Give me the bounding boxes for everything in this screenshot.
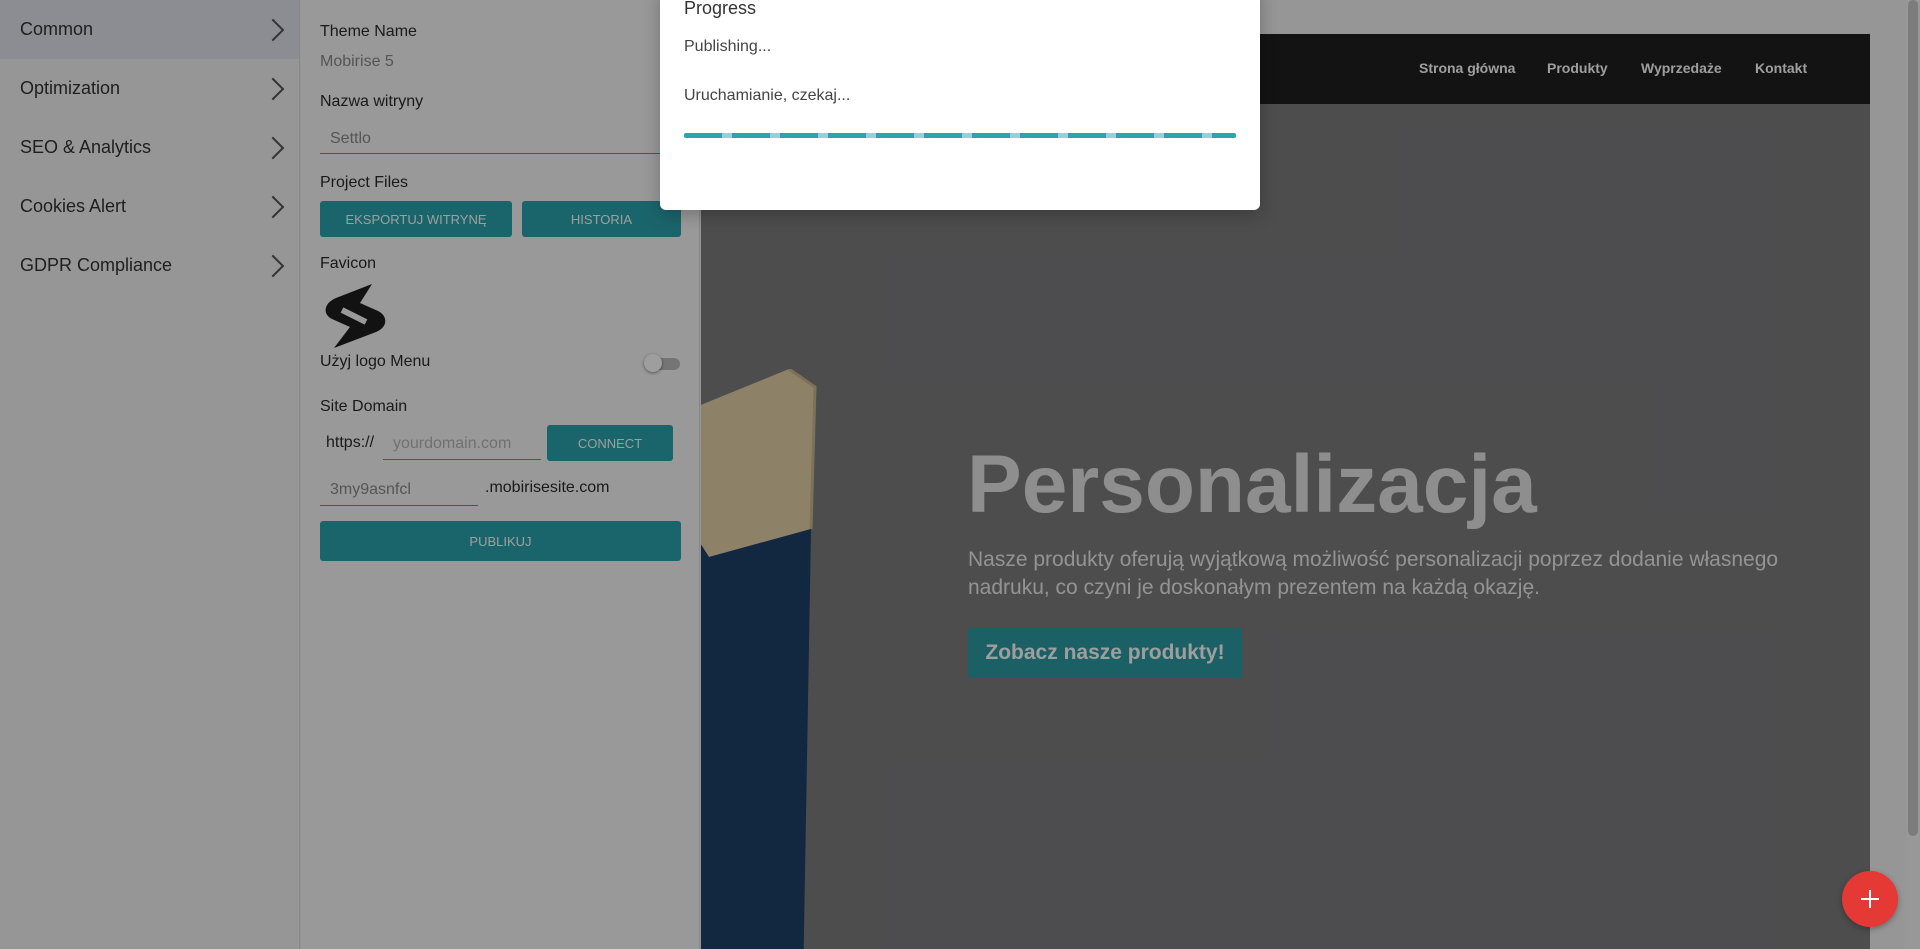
dialog-status: Publishing...	[684, 38, 772, 55]
progress-bar	[684, 133, 1236, 138]
add-block-button[interactable]	[1842, 871, 1898, 927]
plus-icon-vertical	[1869, 890, 1871, 908]
progress-dialog: Progress Publishing... Uruchamianie, cze…	[660, 0, 1260, 210]
dialog-title: Progress	[684, 0, 757, 18]
dialog-message: Uruchamianie, czekaj...	[684, 87, 851, 104]
